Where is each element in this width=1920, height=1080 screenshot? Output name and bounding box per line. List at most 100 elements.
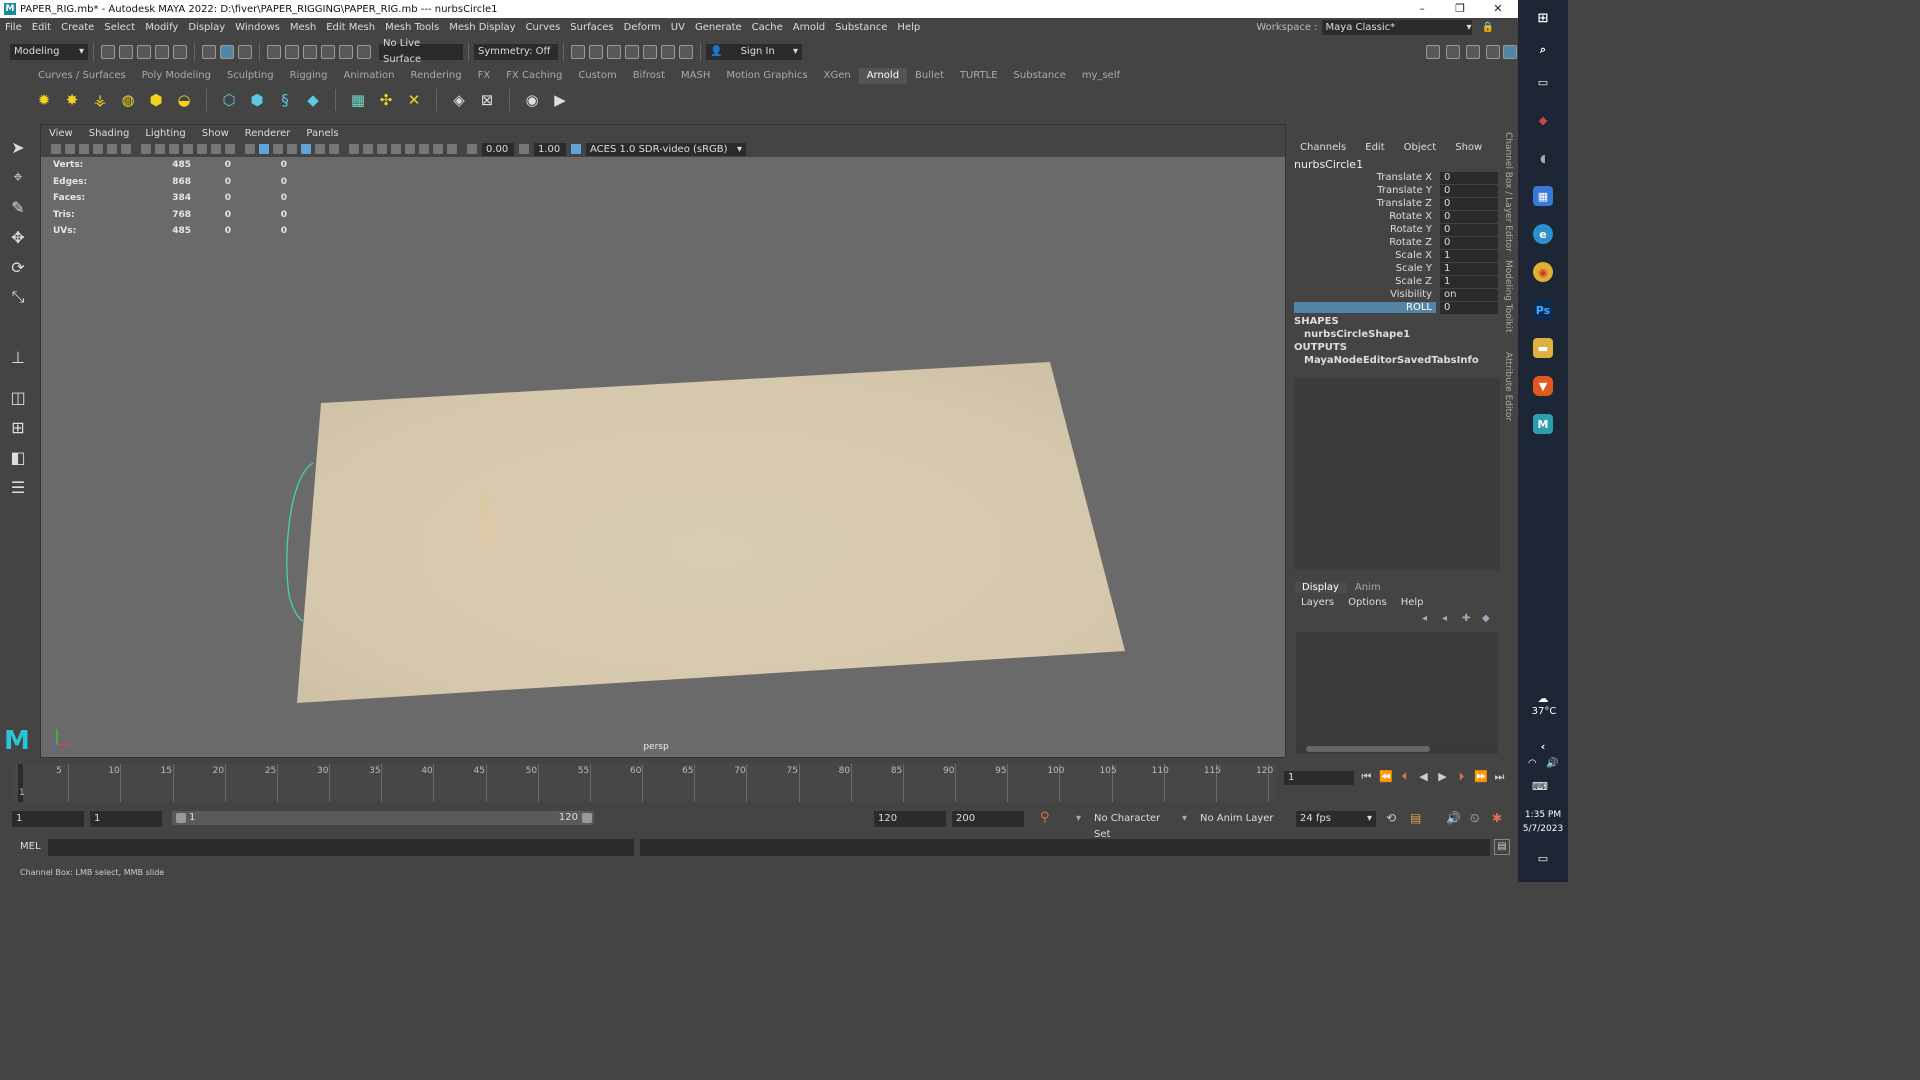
channel-value[interactable]: 0: [1440, 223, 1498, 236]
command-input[interactable]: [48, 839, 634, 856]
2d-pan-zoom-icon[interactable]: [107, 144, 117, 154]
chrome-browser-icon[interactable]: ◉: [1533, 262, 1553, 282]
menu-mesh[interactable]: Mesh: [285, 22, 321, 33]
chevron-down-icon[interactable]: ▾: [1076, 813, 1081, 824]
shelf-tab-my-self[interactable]: my_self: [1074, 68, 1128, 84]
menu-help[interactable]: Help: [892, 22, 925, 33]
playback-end-field[interactable]: 120: [874, 811, 946, 827]
channel-row[interactable]: Rotate Y 0: [1294, 223, 1500, 236]
menu-deform[interactable]: Deform: [619, 22, 666, 33]
shelf-tab-substance[interactable]: Substance: [1006, 68, 1074, 84]
channel-value[interactable]: on: [1440, 288, 1498, 301]
tx-manager-icon[interactable]: ✕: [403, 89, 425, 111]
layer-list-scrollbar[interactable]: [1296, 744, 1498, 754]
menu-edit[interactable]: Edit: [27, 22, 56, 33]
physical-sky-icon[interactable]: ◍: [117, 89, 139, 111]
range-slider[interactable]: 1 120: [172, 811, 594, 825]
microsoft-store-icon[interactable]: ▦: [1533, 186, 1553, 206]
outliner-icon[interactable]: ☰: [7, 476, 29, 498]
motion-blur-icon[interactable]: [363, 144, 373, 154]
single-perspective-view-icon[interactable]: ◫: [7, 386, 29, 408]
menu-modify[interactable]: Modify: [140, 22, 183, 33]
layer-menu-help[interactable]: Help: [1394, 597, 1431, 608]
viewport-menu-shading[interactable]: Shading: [81, 128, 138, 139]
curve-collector-icon[interactable]: §: [274, 89, 296, 111]
render-icon[interactable]: ▶: [549, 89, 571, 111]
grid-icon[interactable]: [141, 144, 151, 154]
sky-dome-light-icon[interactable]: ✸: [61, 89, 83, 111]
clock-date[interactable]: 5/7/2023: [1520, 824, 1566, 834]
field-chart-icon[interactable]: [197, 144, 207, 154]
shelf-tab-rendering[interactable]: Rendering: [402, 68, 469, 84]
channel-row[interactable]: Visibility on: [1294, 288, 1500, 301]
channel-value[interactable]: 1: [1440, 262, 1498, 275]
playback-start-field[interactable]: 1: [90, 811, 162, 827]
step-forward-key-icon[interactable]: ⏩: [1474, 770, 1488, 784]
menu-surfaces[interactable]: Surfaces: [565, 22, 618, 33]
time-slider[interactable]: 1 5 10 15 20 25 30 35 40 45 50 55 60 65 70 75 80 85 90 95 1…: [14, 764, 1276, 802]
maya-taskbar-icon[interactable]: M: [1533, 414, 1553, 434]
grease-pencil-icon[interactable]: [121, 144, 131, 154]
menu-display[interactable]: Display: [183, 22, 230, 33]
menu-arnold[interactable]: Arnold: [788, 22, 830, 33]
render-view-icon[interactable]: ◉: [521, 89, 543, 111]
tab-anim[interactable]: Anim: [1347, 582, 1389, 593]
range-slider-start-handle[interactable]: [176, 813, 186, 823]
show-hidden-icons-chevron-icon[interactable]: ‹: [1533, 736, 1553, 756]
select-by-component-icon[interactable]: [238, 45, 252, 59]
clean-icon[interactable]: ⊠: [476, 89, 498, 111]
channel-label[interactable]: Visibility: [1294, 289, 1436, 300]
step-back-frame-icon[interactable]: ⏴: [1398, 770, 1411, 784]
modeling-toolkit-toggle-icon[interactable]: [1426, 45, 1440, 59]
channel-row[interactable]: Rotate X 0: [1294, 210, 1500, 223]
play-forwards-icon[interactable]: ▶: [1436, 770, 1449, 784]
side-tab-channel-box[interactable]: Channel Box / Layer Editor: [1503, 132, 1513, 252]
channel-label[interactable]: Scale Z: [1294, 276, 1436, 287]
redo-icon[interactable]: [173, 45, 187, 59]
select-by-hierarchy-icon[interactable]: [202, 45, 216, 59]
color-management-icon[interactable]: [571, 144, 581, 154]
character-set-dropdown[interactable]: No Character Set: [1090, 811, 1178, 840]
fps-dropdown[interactable]: 24 fps ▾: [1296, 811, 1376, 827]
texture-icon[interactable]: ✣: [375, 89, 397, 111]
wifi-icon[interactable]: ◠: [1528, 758, 1537, 769]
xray-joints-icon[interactable]: [433, 144, 443, 154]
multisample-aa-icon[interactable]: [377, 144, 387, 154]
menu-mesh-display[interactable]: Mesh Display: [444, 22, 520, 33]
isolate-select-icon[interactable]: [405, 144, 415, 154]
channel-value[interactable]: 0: [1440, 301, 1498, 314]
cache-playback-icon[interactable]: ▤: [1410, 811, 1421, 825]
layer-menu-options[interactable]: Options: [1341, 597, 1394, 608]
channel-value[interactable]: 0: [1440, 236, 1498, 249]
channel-value[interactable]: 0: [1440, 210, 1498, 223]
channel-row[interactable]: Translate X 0: [1294, 171, 1500, 184]
viewport-menu-panels[interactable]: Panels: [298, 128, 346, 139]
smooth-shade-icon[interactable]: [259, 144, 269, 154]
channel-row[interactable]: Rotate Z 0: [1294, 236, 1500, 249]
selected-node-name[interactable]: nurbsCircle1: [1294, 158, 1363, 171]
xray-icon[interactable]: [419, 144, 429, 154]
camera-attributes-icon[interactable]: [65, 144, 75, 154]
viewport-menu-view[interactable]: View: [41, 128, 81, 139]
evaluation-toolkit-icon[interactable]: ✱: [1492, 811, 1502, 825]
shelf-tab-curves-surfaces[interactable]: Curves / Surfaces: [30, 68, 134, 84]
lasso-tool-icon[interactable]: ⌖: [7, 166, 29, 188]
channel-label[interactable]: Scale Y: [1294, 263, 1436, 274]
render-settings-icon[interactable]: [571, 45, 585, 59]
search-icon[interactable]: ⌕: [1533, 40, 1553, 60]
workspace-dropdown[interactable]: Maya Classic* ▾: [1321, 20, 1472, 35]
photometric-light-icon[interactable]: ⚶: [89, 89, 111, 111]
channel-row[interactable]: Translate Y 0: [1294, 184, 1500, 197]
snap-to-curve-icon[interactable]: [285, 45, 299, 59]
channel-box-menu-object[interactable]: Object: [1394, 142, 1446, 153]
shelf-tab-turtle[interactable]: TURTLE: [952, 68, 1006, 84]
snap-to-grid-icon[interactable]: [267, 45, 281, 59]
gamma-icon[interactable]: [519, 144, 529, 154]
exposure-field[interactable]: 0.00: [482, 142, 514, 156]
image-plane-icon[interactable]: [93, 144, 103, 154]
exposure-icon[interactable]: [467, 144, 477, 154]
side-tab-modeling-toolkit[interactable]: Modeling Toolkit: [1503, 260, 1513, 333]
pause-render-icon[interactable]: [679, 45, 693, 59]
shelf-tab-bullet[interactable]: Bullet: [907, 68, 952, 84]
channel-box-toggle-icon[interactable]: [1503, 45, 1517, 59]
